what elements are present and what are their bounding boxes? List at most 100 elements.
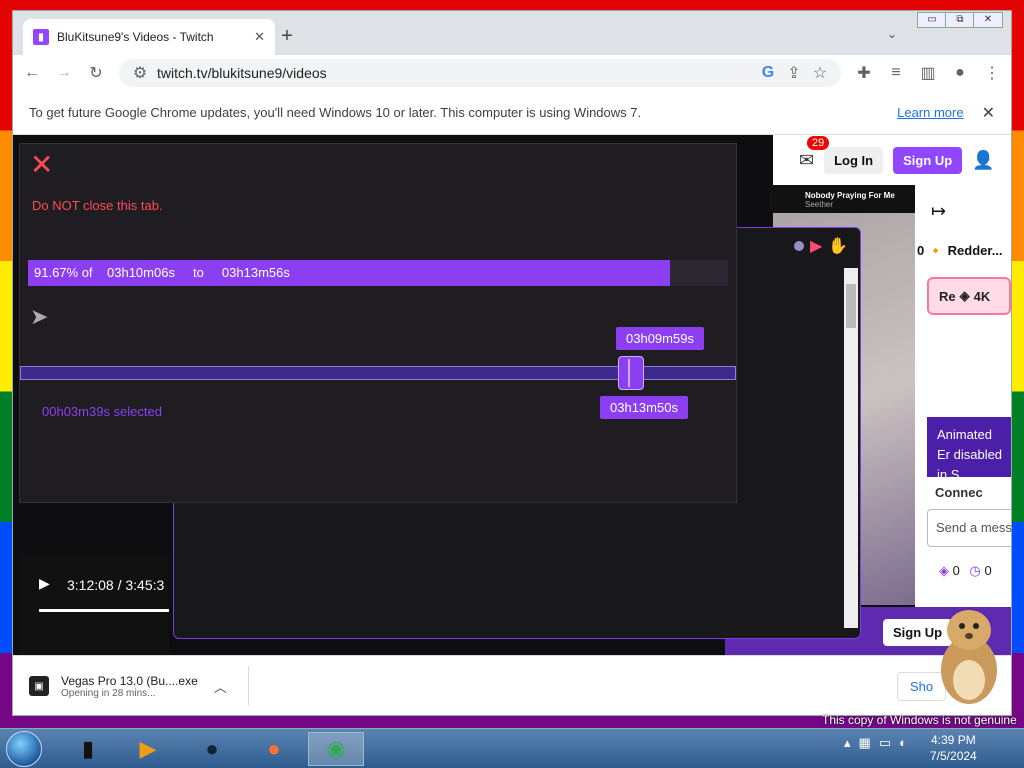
panel-scrollbar[interactable] (844, 268, 858, 628)
playback-time: 3:12:08 / 3:45:3 (67, 577, 165, 593)
chevron-up-icon[interactable]: ︿ (214, 677, 227, 696)
media-icon[interactable]: ≡ (887, 64, 905, 82)
clap-icon[interactable]: ✋ (828, 236, 848, 256)
tab-twitch-videos[interactable]: ▮ BluKitsune9's Videos - Twitch ✕ (23, 19, 275, 55)
tab-close-icon[interactable]: ✕ (254, 29, 265, 45)
google-icon[interactable]: G (759, 64, 777, 82)
download-status: Opening in 28 mins... (61, 687, 156, 699)
user-icon[interactable]: 👤 (972, 150, 994, 171)
tab-strip: ▮ BluKitsune9's Videos - Twitch ✕ + ⌄ ▭ … (13, 11, 1011, 55)
start-button[interactable] (6, 731, 42, 767)
player-controls: ▶ 3:12:08 / 3:45:3 (19, 555, 169, 655)
animated-emotes-notice: Animated Er disabled in S (927, 417, 1011, 482)
chat-channel-label: 0 🔸 Redder... (917, 243, 1003, 258)
clock-date: 7/5/2024 (930, 749, 977, 763)
browser-toolbar: ← → ↻ ⚙ twitch.tv/blukitsune9/videos G ⇪… (13, 55, 1011, 91)
play-icon[interactable]: ▶ (810, 236, 822, 256)
share-icon[interactable]: ⇪ (785, 63, 803, 83)
tab-search-icon[interactable]: ⌄ (887, 27, 897, 41)
range-handle-grip (628, 359, 630, 387)
star-icon[interactable]: ☆ (811, 63, 829, 83)
collapse-chat-icon[interactable]: ↦ (931, 201, 946, 222)
chrome-icon: ◉ (326, 736, 346, 761)
chat-stats: ◈ 0 ◷ 0 (939, 563, 992, 579)
monitor-tray-icon[interactable]: ▭ (879, 735, 891, 751)
download-item[interactable]: ▣ Vegas Pro 13.0 (Bu....exe Opening in 2… (29, 666, 249, 706)
download-overlay: ✕ Do NOT close this tab. 91.67% of 03h10… (19, 143, 737, 503)
clock[interactable]: 4:39 PM 7/5/2024 (930, 732, 977, 764)
infobar-close-icon[interactable]: ✕ (982, 103, 995, 123)
browser-window: ▮ BluKitsune9's Videos - Twitch ✕ + ⌄ ▭ … (12, 10, 1012, 716)
bits-count: 0 (952, 563, 960, 578)
back-icon[interactable]: ← (23, 64, 41, 82)
now-playing-title: Nobody Praying For Me (805, 191, 895, 200)
bits-icon: ◈ (939, 563, 949, 578)
notifications-icon[interactable]: ✉ 29 (799, 135, 830, 171)
signup-button[interactable]: Sign Up (893, 146, 963, 174)
chat-panel: ↦ 0 🔸 Redder... Re ◈ 4K Animated Er disa… (915, 185, 1011, 655)
forward-icon[interactable]: → (55, 64, 73, 82)
seek-bar[interactable] (39, 609, 169, 612)
chat-connecting-label: Connec (935, 485, 983, 500)
points-icon: ◈ (959, 288, 970, 303)
window-close-button[interactable]: ✕ (973, 12, 1003, 28)
browser-app[interactable]: ● (184, 732, 240, 766)
download-shelf: ▣ Vegas Pro 13.0 (Bu....exe Opening in 2… (13, 655, 1011, 715)
tray-expand-icon[interactable]: ▴ (844, 735, 851, 751)
progress-bar: 91.67% of 03h10m06s to 03h13m56s (28, 260, 728, 286)
site-info-icon[interactable]: ⚙ (131, 63, 149, 83)
minimize-button[interactable]: ▭ (917, 12, 947, 28)
network-icon[interactable]: ▦ (859, 735, 871, 751)
channel-points-button[interactable]: Re ◈ 4K (927, 277, 1011, 315)
firefox-app[interactable]: ● (246, 732, 302, 766)
scrollbar-thumb[interactable] (846, 284, 856, 328)
twitch-logo-icon: ▮ (33, 29, 49, 45)
play-icon[interactable]: ▶ (39, 575, 50, 592)
login-button[interactable]: Log In (824, 146, 884, 174)
firefox-icon: ● (267, 736, 281, 761)
selected-duration: 00h03m39s selected (42, 404, 162, 419)
menu-icon[interactable]: ⋮ (983, 63, 1001, 83)
volume-icon[interactable]: ◐ (899, 735, 907, 751)
url-text[interactable]: twitch.tv/blukitsune9/videos (157, 65, 751, 81)
profile-icon[interactable]: ● (951, 64, 969, 82)
extensions-icon[interactable]: ✚ (855, 63, 873, 83)
chrome-app[interactable]: ◉ (308, 732, 364, 766)
explorer-app[interactable]: ▮ (60, 732, 116, 766)
tab-title: BluKitsune9's Videos - Twitch (57, 30, 214, 44)
learn-more-link[interactable]: Learn more (897, 105, 963, 120)
globe-icon: ● (205, 736, 219, 761)
now-playing-widget: Nobody Praying For Me Seether (769, 185, 915, 213)
range-handle[interactable] (618, 356, 644, 390)
re-label: Re (939, 288, 956, 304)
twitch-top-nav: ✉ 29 Log In Sign Up 👤 (773, 135, 1011, 185)
warning-text: Do NOT close this tab. (32, 198, 163, 213)
status-dot-icon (794, 241, 804, 251)
restore-button[interactable]: ⧉ (945, 12, 975, 28)
now-playing-artist: Seether (805, 200, 834, 209)
progress-to-word: to (193, 265, 204, 280)
send-icon: ➤ (30, 304, 49, 329)
extension-tools: ▶ ✋ (794, 236, 848, 256)
reload-icon[interactable]: ↻ (87, 63, 105, 83)
progress-text: 91.67% of 03h10m06s to 03h13m56s (34, 265, 290, 280)
media-player-app[interactable]: ▶ (120, 732, 176, 766)
page-content: Nobody Praying For Me Seether ✉ 29 Log In… (13, 135, 1011, 655)
overlay-close-icon[interactable]: ✕ (30, 151, 53, 179)
range-end-tag: 03h13m50s (600, 396, 688, 419)
new-tab-button[interactable]: + (275, 25, 299, 47)
timer-icon: ◷ (969, 563, 981, 578)
notification-count-badge: 29 (807, 135, 830, 150)
progress-to: 03h13m56s (221, 265, 290, 280)
monitor-icon: ▮ (81, 736, 95, 761)
progress-from: 03h10m06s (107, 265, 175, 280)
sidepanel-icon[interactable]: ▥ (919, 63, 937, 83)
hamster-sticker (941, 610, 997, 704)
clock-time: 4:39 PM (931, 733, 976, 747)
media-player-icon: ▶ (139, 736, 157, 761)
chat-input[interactable]: Send a mess (927, 509, 1011, 547)
address-bar[interactable]: ⚙ twitch.tv/blukitsune9/videos G ⇪ ☆ (119, 59, 841, 87)
range-start-tag: 03h09m59s (616, 327, 704, 350)
taskbar: ▮ ▶ ● ● ◉ ▴ ▦ ▭ ◐ 4:39 PM 7/5/2024 (0, 728, 1024, 768)
download-name: Vegas Pro 13.0 (Bu....exe (61, 673, 198, 688)
